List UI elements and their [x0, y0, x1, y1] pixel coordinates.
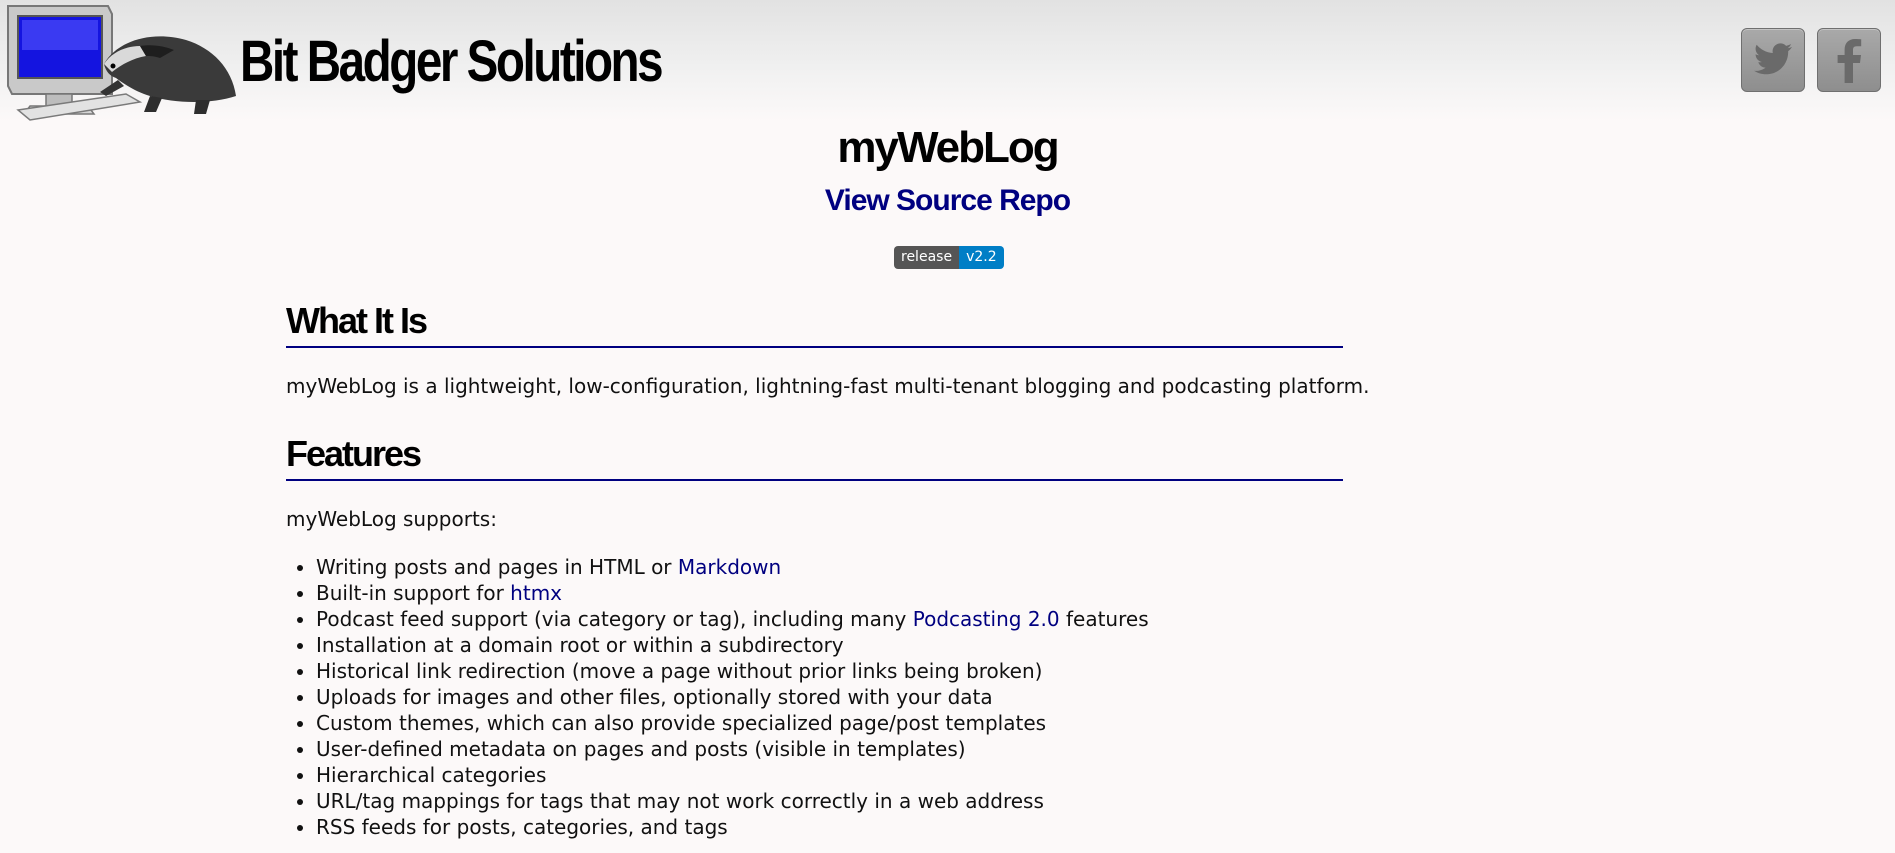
features-heading: Features — [286, 429, 1343, 481]
twitter-bird-icon — [1754, 43, 1792, 75]
markdown-link[interactable]: Markdown — [678, 555, 781, 579]
site-brand-title[interactable]: Bit Badger Solutions — [240, 24, 664, 100]
list-item: Built-in support for htmx — [316, 580, 1386, 606]
list-item: Hierarchical categories — [316, 762, 1386, 788]
facebook-button[interactable] — [1817, 28, 1881, 92]
badge-label: release — [894, 246, 960, 269]
release-badge[interactable]: release v2.2 — [894, 246, 1004, 269]
list-item: Writing posts and pages in HTML or Markd… — [316, 554, 1386, 580]
list-item-text: features — [1059, 607, 1149, 631]
features-list: Writing posts and pages in HTML or Markd… — [286, 554, 1386, 840]
list-item: RSS feeds for posts, categories, and tag… — [316, 814, 1386, 840]
list-item: Installation at a domain root or within … — [316, 632, 1386, 658]
list-item: URL/tag mappings for tags that may not w… — [316, 788, 1386, 814]
podcasting-2-link[interactable]: Podcasting 2.0 — [913, 607, 1060, 631]
project-title: myWebLog — [837, 123, 1059, 172]
features-intro: myWebLog supports: — [286, 507, 497, 531]
list-item-text: Built-in support for — [316, 581, 511, 605]
list-item: Uploads for images and other files, opti… — [316, 684, 1386, 710]
site-header: Bit Badger Solutions — [0, 0, 1895, 122]
list-item: Historical link redirection (move a page… — [316, 658, 1386, 684]
list-item-text: Podcast feed support (via category or ta… — [316, 607, 913, 631]
badge-value: v2.2 — [959, 246, 1004, 269]
computer-and-badger-logo[interactable] — [0, 0, 240, 122]
view-source-repo-link[interactable]: View Source Repo — [0, 182, 1895, 220]
what-it-is-heading: What It Is — [286, 296, 1343, 348]
twitter-button[interactable] — [1741, 28, 1805, 92]
list-item: Custom themes, which can also provide sp… — [316, 710, 1386, 736]
main-content: What It Is myWebLog is a lightweight, lo… — [286, 296, 1386, 840]
facebook-f-icon — [1837, 39, 1862, 83]
htmx-link[interactable]: htmx — [510, 581, 562, 605]
list-item: Podcast feed support (via category or ta… — [316, 606, 1386, 632]
what-it-is-text: myWebLog is a lightweight, low-configura… — [286, 374, 1370, 398]
list-item-text: Writing posts and pages in HTML or — [316, 555, 678, 579]
list-item: User-defined metadata on pages and posts… — [316, 736, 1386, 762]
